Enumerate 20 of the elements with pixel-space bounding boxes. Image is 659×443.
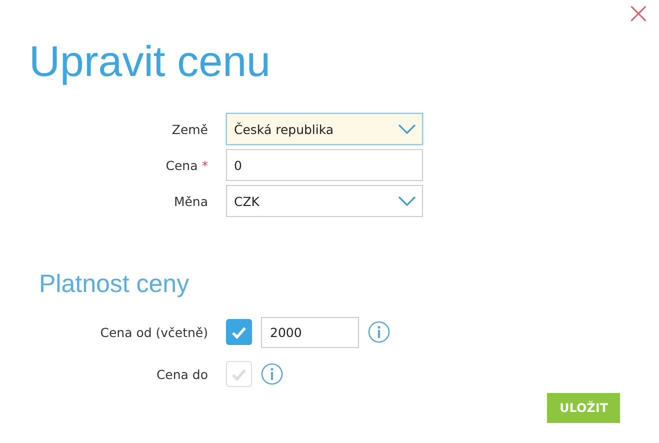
chevron-down-icon bbox=[398, 124, 416, 134]
field-label: Cena do bbox=[155, 366, 208, 382]
select-field[interactable]: CZK bbox=[226, 185, 423, 217]
field-label: Měna bbox=[174, 194, 208, 208]
input-field[interactable]: 0 bbox=[226, 149, 423, 181]
checkbox[interactable] bbox=[226, 361, 252, 387]
check-icon bbox=[231, 326, 247, 338]
input-field[interactable]: 2000 bbox=[261, 316, 359, 348]
dialog-title: Upravit cenu bbox=[29, 37, 272, 88]
field-label: Cena od (včetně) bbox=[99, 324, 208, 340]
checkbox[interactable] bbox=[226, 319, 252, 345]
field-label: Země bbox=[172, 122, 208, 136]
required-mark: * bbox=[202, 158, 208, 172]
info-icon[interactable] bbox=[261, 363, 283, 385]
check-icon bbox=[231, 368, 247, 380]
section-title: Platnost ceny bbox=[39, 270, 190, 299]
chevron-down-icon bbox=[398, 196, 416, 206]
field-label: Cena bbox=[166, 158, 198, 172]
info-icon[interactable] bbox=[368, 321, 390, 343]
select-field[interactable]: Česká republika bbox=[226, 113, 423, 145]
